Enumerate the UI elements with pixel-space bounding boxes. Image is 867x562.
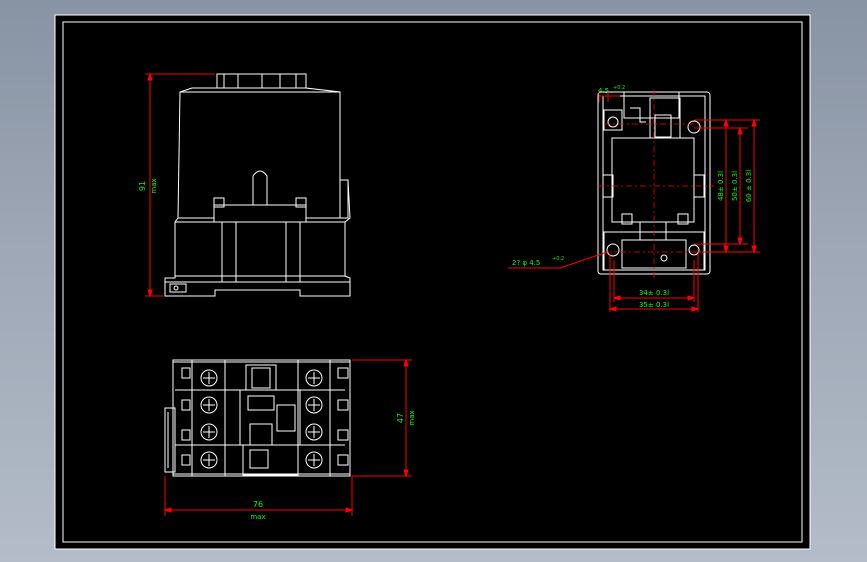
mount-hole-tol: +0.2: [552, 256, 564, 262]
mount-dim-60: 60 ± 0.3l: [745, 170, 753, 202]
terminal-screw: [200, 423, 218, 441]
side-height-note: max: [150, 178, 158, 193]
mount-dim-34: 34± 0.3l: [639, 289, 669, 297]
top-width-value: 76: [253, 500, 263, 509]
terminal-screw: [200, 369, 218, 387]
terminal-screw: [305, 369, 323, 387]
terminal-screw: [305, 451, 323, 469]
mount-dim-35: 35± 0.3l: [639, 301, 669, 309]
terminal-screw: [200, 396, 218, 414]
mount-top-dim: 4.5: [598, 87, 609, 95]
terminal-screw: [305, 423, 323, 441]
terminal-screw: [200, 451, 218, 469]
mount-top-tol: +0.2: [613, 85, 625, 91]
mount-hole-label: 2? φ 4.5: [512, 259, 540, 267]
mount-dim-48: 48± 0.3l: [717, 171, 725, 201]
terminal-screw: [305, 396, 323, 414]
top-depth-note: max: [408, 410, 416, 425]
cad-viewport[interactable]: 91 max 76 max 47 max 4.5 +0.2 2? φ 4.5 +…: [0, 0, 867, 562]
top-width-note: max: [250, 513, 265, 521]
side-height-value: 91: [138, 181, 147, 191]
mount-dim-50: 50± 0.3l: [731, 171, 739, 201]
top-depth-value: 47: [396, 413, 405, 423]
